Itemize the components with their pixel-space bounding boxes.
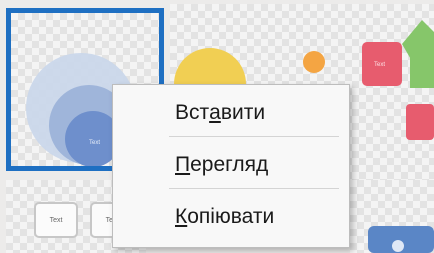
menu-item-view[interactable]: Перегляд [113,143,349,187]
context-menu: Вст а вити Перегляд Копіювати [112,84,350,248]
menu-item-view-post: ерегляд [190,153,269,176]
text-card-1: Text [34,202,78,238]
slide-thumbnail-bottom-right[interactable] [350,180,434,253]
menu-separator-1 [169,136,339,137]
green-block [410,44,434,88]
menu-item-copy[interactable]: Копіювати [113,195,349,239]
menu-item-copy-post: опіювати [187,205,275,228]
small-box-right [406,104,434,140]
menu-item-paste-post: вити [220,101,266,124]
circle-label: Text [89,140,100,146]
text-card-1-label: Text [49,216,63,224]
orange-dot [303,51,325,73]
blue-shape-graphic [368,226,434,253]
menu-item-paste-pre: Вст [175,101,210,124]
menu-item-copy-accel: К [175,205,188,228]
pink-box-label: Text [374,62,385,68]
menu-item-paste[interactable]: Вст а вити [113,91,349,135]
slide-sorter-area: Text Text Text Text Вставити [0,0,434,253]
menu-item-view-accel: П [175,153,191,176]
menu-item-paste-accel: а [209,101,221,124]
menu-separator-2 [169,188,339,189]
blue-dot [392,240,404,252]
